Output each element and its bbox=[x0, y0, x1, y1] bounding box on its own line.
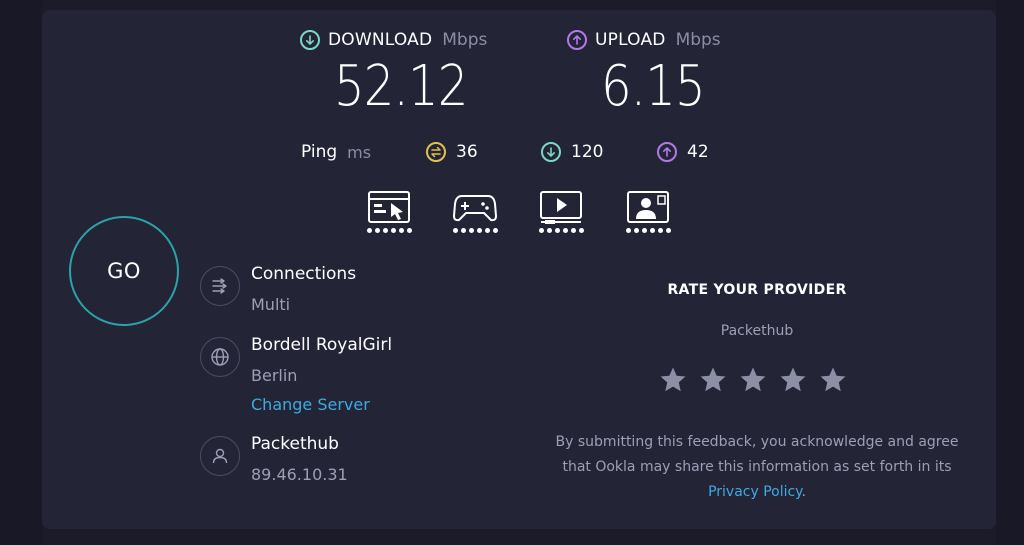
download-block: DOWNLOAD Mbps 52.12 bbox=[300, 28, 489, 118]
upload-block: UPLOAD Mbps 6.15 bbox=[567, 28, 722, 118]
rating-dot bbox=[562, 228, 568, 233]
rating-dot bbox=[484, 228, 490, 233]
star-icon[interactable] bbox=[658, 365, 688, 395]
rating-dot bbox=[452, 228, 458, 233]
rating-dot bbox=[649, 228, 655, 233]
rating-dot bbox=[492, 228, 498, 233]
go-label: GO bbox=[107, 259, 141, 283]
usage-gaming[interactable] bbox=[452, 190, 498, 233]
disclaimer-period: . bbox=[801, 484, 806, 500]
rating-dot bbox=[554, 228, 560, 233]
star-icon[interactable] bbox=[778, 365, 808, 395]
download-value: 52.12 bbox=[334, 54, 468, 119]
change-server-link[interactable]: Change Server bbox=[251, 395, 370, 414]
web-browsing-icon bbox=[368, 191, 410, 223]
ping-unit: ms bbox=[347, 142, 372, 162]
rating-dot bbox=[468, 228, 474, 233]
video-streaming-icon bbox=[540, 191, 582, 224]
connections-mode[interactable]: Multi bbox=[251, 295, 290, 314]
ping-download: 120 bbox=[541, 140, 603, 164]
star-rating bbox=[658, 365, 848, 395]
rating-dot bbox=[633, 228, 639, 233]
idle-latency-icon bbox=[426, 142, 446, 162]
rating-dot bbox=[578, 228, 584, 233]
upload-arrow-icon bbox=[567, 30, 587, 50]
gaming-icon bbox=[453, 195, 497, 222]
connections-icon bbox=[200, 266, 240, 306]
download-arrow-icon bbox=[300, 30, 320, 50]
star-icon[interactable] bbox=[738, 365, 768, 395]
rating-dot bbox=[476, 228, 482, 233]
rating-dots bbox=[538, 228, 584, 233]
star-icon[interactable] bbox=[698, 365, 728, 395]
connections-title: Connections bbox=[251, 264, 357, 284]
globe-icon bbox=[200, 337, 240, 377]
rating-dot bbox=[657, 228, 663, 233]
provider-name: Packethub bbox=[251, 434, 339, 454]
ping-idle: 36 bbox=[426, 140, 478, 164]
rating-dot bbox=[382, 228, 388, 233]
rating-dot bbox=[366, 228, 372, 233]
rating-dot bbox=[390, 228, 396, 233]
server-name: Bordell RoyalGirl bbox=[251, 335, 393, 355]
download-label: DOWNLOAD bbox=[328, 30, 433, 50]
ping-upload-value: 42 bbox=[687, 142, 709, 162]
rating-dots bbox=[452, 228, 498, 233]
rating-dot bbox=[625, 228, 631, 233]
usage-video-streaming[interactable] bbox=[538, 190, 584, 233]
usage-video-call[interactable] bbox=[625, 190, 671, 233]
server-location: Berlin bbox=[251, 366, 298, 385]
ping-download-value: 120 bbox=[571, 142, 604, 162]
ping-label: Ping bbox=[301, 142, 338, 162]
star-icon[interactable] bbox=[818, 365, 848, 395]
rating-dot bbox=[374, 228, 380, 233]
speedtest-result-card: DOWNLOAD Mbps 52.12 UPLOAD Mbps 6.15 Pin… bbox=[42, 10, 996, 529]
rating-dot bbox=[460, 228, 466, 233]
rate-provider-name: Packethub bbox=[720, 323, 794, 339]
upload-value: 6.15 bbox=[601, 54, 706, 119]
video-call-icon bbox=[627, 191, 669, 223]
ping-upload: 42 bbox=[657, 140, 709, 164]
rating-dot bbox=[570, 228, 576, 233]
rating-dot bbox=[641, 228, 647, 233]
rating-dot bbox=[546, 228, 552, 233]
upload-label: UPLOAD bbox=[595, 30, 666, 50]
rating-dot bbox=[398, 228, 404, 233]
rating-dots bbox=[366, 228, 412, 233]
upload-latency-icon bbox=[657, 142, 677, 162]
rating-dot bbox=[538, 228, 544, 233]
left-edge bbox=[0, 0, 42, 545]
right-edge bbox=[996, 0, 1024, 545]
ping-label-group: Ping ms bbox=[301, 140, 371, 164]
ping-idle-value: 36 bbox=[456, 142, 478, 162]
usage-web-browsing[interactable] bbox=[366, 190, 412, 233]
download-unit: Mbps bbox=[442, 30, 488, 50]
user-icon bbox=[200, 436, 240, 476]
rating-dots bbox=[625, 228, 671, 233]
rate-provider-heading: RATE YOUR PROVIDER bbox=[667, 282, 847, 298]
download-latency-icon bbox=[541, 142, 561, 162]
upload-unit: Mbps bbox=[675, 30, 721, 50]
provider-ip: 89.46.10.31 bbox=[251, 465, 348, 484]
go-button[interactable]: GO bbox=[69, 216, 179, 326]
rating-dot bbox=[665, 228, 671, 233]
privacy-policy-link[interactable]: Privacy Policy bbox=[708, 484, 801, 500]
disclaimer-text: By submitting this feedback, you acknowl… bbox=[555, 434, 959, 475]
rating-dot bbox=[406, 228, 412, 233]
feedback-disclaimer: By submitting this feedback, you acknowl… bbox=[547, 430, 967, 505]
